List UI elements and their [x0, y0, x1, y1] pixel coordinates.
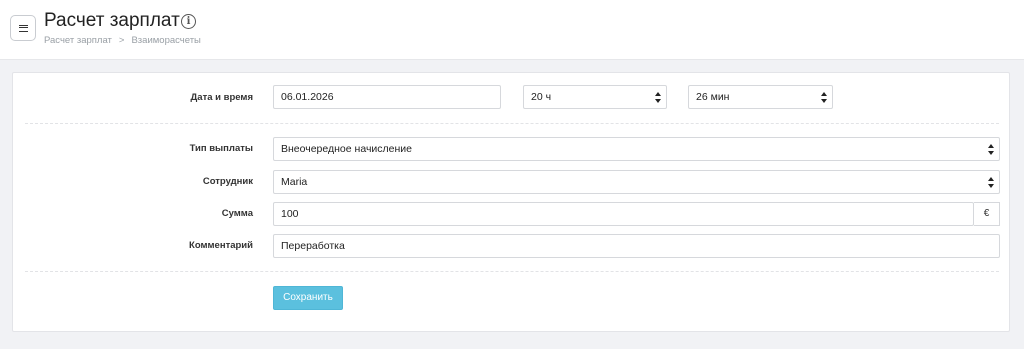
hours-value: 20 ч: [531, 91, 552, 103]
menu-button[interactable]: [10, 15, 36, 41]
minutes-value: 26 мин: [696, 91, 730, 103]
currency-addon: €: [974, 202, 1000, 226]
payment-type-value: Внеочередное начисление: [281, 143, 412, 155]
save-button[interactable]: Сохранить: [273, 286, 343, 310]
amount-input[interactable]: 100: [273, 202, 974, 226]
comment-input[interactable]: Переработка: [273, 234, 1000, 258]
menu-icon: [18, 24, 28, 32]
page-title: Расчет зарплат: [44, 10, 180, 31]
breadcrumb-separator: >: [118, 35, 125, 46]
payment-type-label: Тип выплаты: [189, 143, 253, 154]
datetime-label: Дата и время: [190, 92, 253, 103]
select-arrows-icon: [821, 92, 827, 103]
comment-label: Комментарий: [189, 240, 253, 251]
select-arrows-icon: [655, 92, 661, 103]
employee-value: Maria: [281, 176, 308, 188]
breadcrumb: Расчет зарплат > Взаиморасчеты: [44, 35, 201, 46]
select-arrows-icon: [988, 177, 994, 188]
section-divider: [25, 271, 999, 272]
amount-label: Сумма: [221, 208, 253, 219]
breadcrumb-item-salary[interactable]: Расчет зарплат: [44, 35, 112, 46]
employee-label: Сотрудник: [202, 176, 253, 187]
date-input[interactable]: 06.01.2026: [273, 85, 501, 109]
employee-select[interactable]: Maria: [273, 170, 1000, 194]
section-divider: [25, 123, 999, 124]
page-header: Расчет зарплат i Расчет зарплат > Взаимора…: [0, 0, 1024, 60]
minutes-select[interactable]: 26 мин: [688, 85, 833, 109]
hours-select[interactable]: 20 ч: [523, 85, 667, 109]
info-icon[interactable]: i: [181, 14, 196, 29]
breadcrumb-item-settlements[interactable]: Взаиморасчеты: [131, 35, 200, 46]
payment-form-card: Дата и время 06.01.2026 20 ч 26 мин Тип …: [12, 72, 1010, 332]
payment-type-select[interactable]: Внеочередное начисление: [273, 137, 1000, 161]
select-arrows-icon: [988, 144, 994, 155]
